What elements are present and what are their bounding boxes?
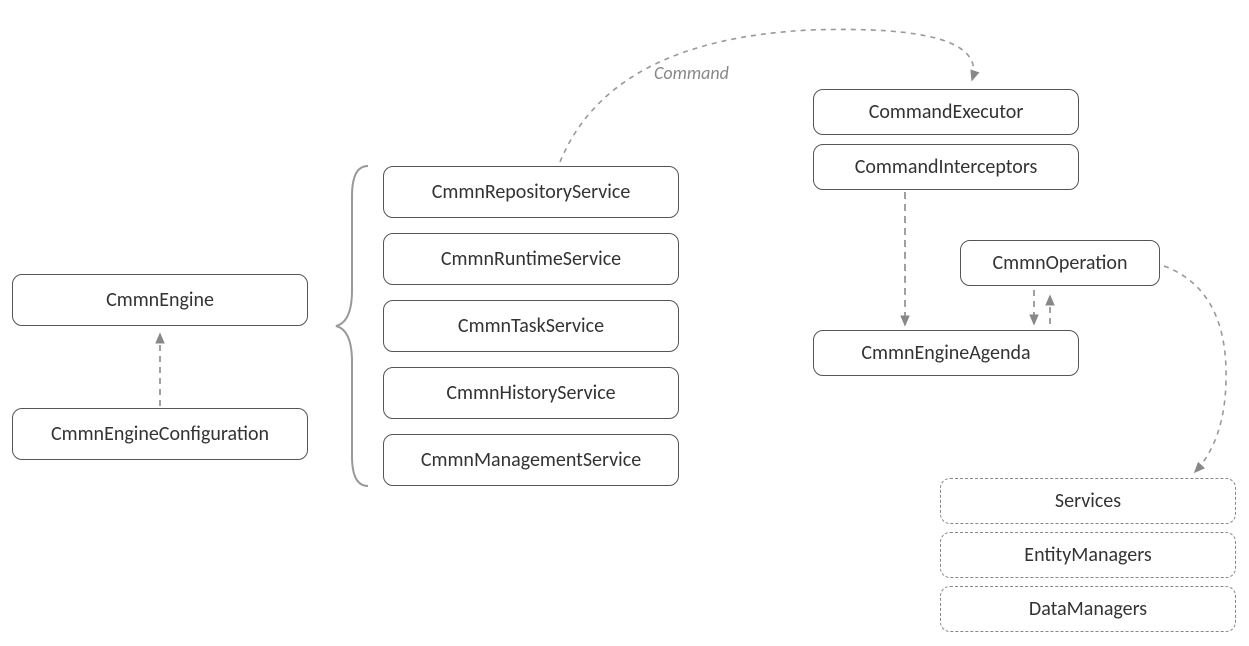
cmmn-engine-agenda-label: CmmnEngineAgenda xyxy=(861,341,1030,365)
entity-managers-box: EntityManagers xyxy=(940,532,1236,578)
entity-managers-label: EntityManagers xyxy=(1024,543,1151,567)
data-managers-label: DataManagers xyxy=(1029,597,1147,621)
runtime-service-label: CmmnRuntimeService xyxy=(441,247,621,271)
history-service-label: CmmnHistoryService xyxy=(446,381,615,405)
cmmn-operation-box: CmmnOperation xyxy=(960,240,1160,286)
command-interceptors-box: CommandInterceptors xyxy=(813,144,1079,190)
cmmn-engine-configuration-label: CmmnEngineConfiguration xyxy=(51,422,269,446)
services-label: Services xyxy=(1055,489,1121,513)
data-managers-box: DataManagers xyxy=(940,586,1236,632)
command-interceptors-label: CommandInterceptors xyxy=(855,155,1038,179)
arrow-operation-to-services xyxy=(1164,266,1226,472)
command-executor-label: CommandExecutor xyxy=(869,100,1024,124)
cmmn-operation-label: CmmnOperation xyxy=(993,251,1128,275)
cmmn-engine-label: CmmnEngine xyxy=(106,288,214,312)
management-service-label: CmmnManagementService xyxy=(421,448,641,472)
cmmn-engine-box: CmmnEngine xyxy=(12,274,308,326)
repository-service-label: CmmnRepositoryService xyxy=(432,180,631,204)
services-box: Services xyxy=(940,478,1236,524)
command-executor-box: CommandExecutor xyxy=(813,89,1079,135)
task-service-box: CmmnTaskService xyxy=(383,300,679,352)
management-service-box: CmmnManagementService xyxy=(383,434,679,486)
runtime-service-box: CmmnRuntimeService xyxy=(383,233,679,285)
cmmn-engine-agenda-box: CmmnEngineAgenda xyxy=(813,330,1079,376)
repository-service-box: CmmnRepositoryService xyxy=(383,166,679,218)
command-arrow-label: Command xyxy=(654,62,729,84)
brace-icon xyxy=(336,166,368,486)
history-service-box: CmmnHistoryService xyxy=(383,367,679,419)
task-service-label: CmmnTaskService xyxy=(458,314,604,338)
cmmn-engine-configuration-box: CmmnEngineConfiguration xyxy=(12,408,308,460)
